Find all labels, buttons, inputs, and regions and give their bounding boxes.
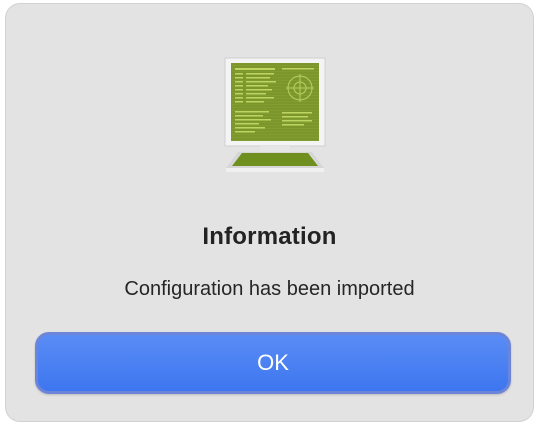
dialog-title: Information [202,223,337,250]
terminal-monitor-icon [224,57,326,172]
information-dialog: Information Configuration has been impor… [6,4,533,421]
ok-button-label: OK [257,350,289,375]
dialog-message: Configuration has been imported [124,278,415,300]
ok-button[interactable]: OK [35,332,511,394]
